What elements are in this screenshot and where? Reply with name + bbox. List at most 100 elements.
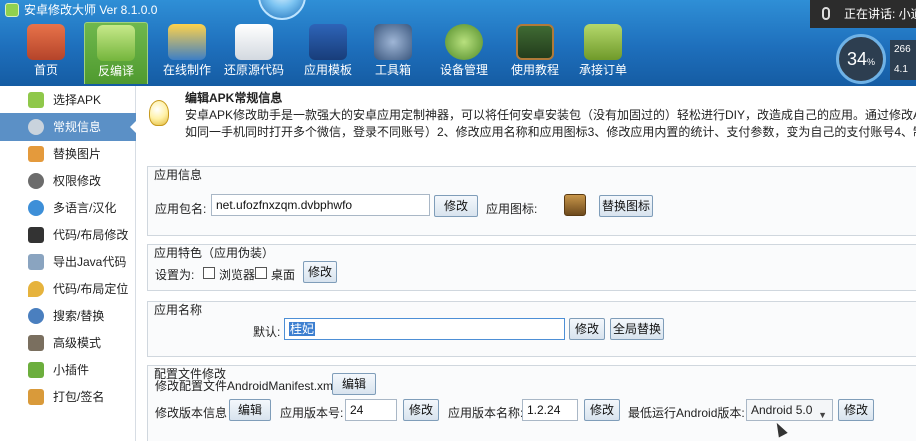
sidebar-item-label: 常规信息 xyxy=(53,120,102,134)
window-title-text: 安卓修改大师 Ver 8.1.0.0 xyxy=(24,3,158,17)
tool-restore-source-label: 还原源代码 xyxy=(223,63,284,77)
features-modify-button[interactable]: 修改 xyxy=(303,261,337,283)
config-group: 配置文件修改 修改配置文件AndroidManifest.xml 编辑 修改版本… xyxy=(147,365,916,441)
download-speed: 4.1 xyxy=(894,64,908,75)
browser-checkbox[interactable] xyxy=(203,267,215,279)
package-label: 应用包名: xyxy=(155,202,207,216)
app-info-title: 应用信息 xyxy=(154,168,203,182)
lightbulb-icon xyxy=(149,100,169,126)
app-name-group: 应用名称 默认: 桂妃 修改 全局替换 xyxy=(147,301,916,357)
default-name-label: 默认: xyxy=(253,325,281,339)
package-name-field[interactable]: net.ufozfnxzqm.dvbphwfo xyxy=(211,194,430,216)
network-speed: 266 4.1 xyxy=(890,40,916,80)
tool-toolbox-label: 工具箱 xyxy=(374,63,411,77)
version-code-label: 应用版本号: xyxy=(280,406,344,420)
sidebar-item-search-replace[interactable]: 搜索/替换 xyxy=(0,302,136,330)
sidebar-item-select-apk[interactable]: 选择APK xyxy=(0,86,136,114)
image-icon xyxy=(28,146,44,162)
min-android-value: Android 5.0 xyxy=(751,403,813,417)
upload-speed: 266 xyxy=(894,44,911,55)
tool-restore-source[interactable]: 还原源代码 xyxy=(222,22,286,84)
app-info-group: 应用信息 应用包名: net.ufozfnxzqm.dvbphwfo 修改 应用… xyxy=(147,166,916,236)
gear-icon xyxy=(28,119,44,135)
replace-icon-button[interactable]: 替换图标 xyxy=(599,195,653,217)
sidebar-item-label: 代码/布局修改 xyxy=(53,228,129,242)
package-icon xyxy=(28,389,44,405)
sidebar-item-package-sign[interactable]: 打包/签名 xyxy=(0,383,136,411)
tool-decompile[interactable]: 反编译 xyxy=(84,22,148,84)
version-info-edit-button[interactable]: 编辑 xyxy=(229,399,271,421)
usage-percent: 34 xyxy=(846,49,867,69)
sidebar-item-code-layout-edit[interactable]: 代码/布局修改 xyxy=(0,221,136,249)
sidebar-item-label: 权限修改 xyxy=(53,174,102,188)
tool-online-make-label: 在线制作 xyxy=(162,63,211,77)
sidebar-item-label: 代码/布局定位 xyxy=(53,282,129,296)
package-modify-button[interactable]: 修改 xyxy=(434,195,478,217)
features-title: 应用特色（应用伪装） xyxy=(154,246,275,260)
page-title: 编辑APK常规信息 xyxy=(185,91,283,105)
tool-toolbox[interactable]: 工具箱 xyxy=(361,22,425,84)
tool-orders[interactable]: 承接订单 xyxy=(571,22,635,84)
app-icon-preview xyxy=(564,194,586,216)
toolbox-icon xyxy=(374,24,412,60)
browser-label: 浏览器 xyxy=(219,268,256,282)
version-name-modify-button[interactable]: 修改 xyxy=(584,399,620,421)
search-icon xyxy=(28,308,44,324)
document-icon xyxy=(235,24,273,60)
min-android-select[interactable]: Android 5.0 ▼ xyxy=(746,399,833,421)
info-description: 安卓APK修改助手是一款强大的安卓应用定制神器，可以将任何安卓安装包（没有加固过… xyxy=(185,107,916,141)
sidebar-item-label: 搜索/替换 xyxy=(53,309,105,323)
sidebar-item-plugins[interactable]: 小插件 xyxy=(0,356,136,384)
tool-device-manager[interactable]: 设备管理 xyxy=(432,22,496,84)
version-code-modify-button[interactable]: 修改 xyxy=(403,399,439,421)
version-info-label: 修改版本信息 xyxy=(155,406,228,420)
star-icon xyxy=(309,24,347,60)
manifest-edit-button[interactable]: 编辑 xyxy=(332,373,376,395)
tool-home[interactable]: 首页 xyxy=(14,22,78,84)
version-name-field[interactable]: 1.2.24 xyxy=(522,399,578,421)
center-orb-icon[interactable] xyxy=(258,0,306,20)
info-line-2: 如同一手机同时打开多个微信，登录不同账号）2、修改应用名称和应用图标3、修改应用… xyxy=(185,125,916,139)
app-name-field[interactable]: 桂妃 xyxy=(284,318,565,340)
version-code-field[interactable]: 24 xyxy=(345,399,397,421)
desktop-checkbox[interactable] xyxy=(255,267,267,279)
tool-app-template[interactable]: 应用模板 xyxy=(296,22,360,84)
window-title: 安卓修改大师 Ver 8.1.0.0 xyxy=(0,0,260,20)
sidebar-item-label: 多语言/汉化 xyxy=(53,201,117,215)
app-name-value: 桂妃 xyxy=(289,322,316,336)
pin-icon xyxy=(28,281,44,297)
info-line-1: 安卓APK修改助手是一款强大的安卓应用定制神器，可以将任何安卓安装包（没有加固过… xyxy=(185,108,916,122)
tool-tutorial[interactable]: 使用教程 xyxy=(503,22,567,84)
voice-notification: 正在讲话: 小道 xyxy=(810,0,916,28)
sidebar-item-permissions[interactable]: 权限修改 xyxy=(0,167,136,195)
sidebar-item-label: 打包/签名 xyxy=(53,390,105,404)
usage-gauge: 34% xyxy=(836,34,886,84)
microphone-icon xyxy=(822,7,830,20)
plugin-icon xyxy=(28,362,44,378)
features-group: 应用特色（应用伪装） 设置为: 浏览器 桌面 修改 xyxy=(147,244,916,291)
sidebar-item-general-info[interactable]: 常规信息 xyxy=(0,113,137,141)
app-name-modify-button[interactable]: 修改 xyxy=(569,318,605,340)
min-android-modify-button[interactable]: 修改 xyxy=(838,399,874,421)
min-android-label: 最低运行Android版本: xyxy=(628,406,745,420)
manifest-label: 修改配置文件AndroidManifest.xml xyxy=(155,379,336,393)
tool-home-label: 首页 xyxy=(33,63,58,77)
sidebar-item-code-layout-locate[interactable]: 代码/布局定位 xyxy=(0,275,136,303)
usage-percent-unit: % xyxy=(867,57,876,67)
lock-icon xyxy=(28,173,44,189)
blackboard-icon xyxy=(516,24,554,60)
sidebar-item-advanced-mode[interactable]: 高级模式 xyxy=(0,329,136,357)
tools-icon xyxy=(28,335,44,351)
sidebar-item-languages[interactable]: 多语言/汉化 xyxy=(0,194,136,222)
shopping-bag-icon xyxy=(584,24,622,60)
terminal-icon xyxy=(28,227,44,243)
sidebar-item-label: 高级模式 xyxy=(53,336,102,350)
app-icon-label: 应用图标: xyxy=(486,202,538,216)
sidebar-item-label: 导出Java代码 xyxy=(53,255,127,269)
replace-all-button[interactable]: 全局替换 xyxy=(610,318,664,340)
globe-icon xyxy=(28,200,44,216)
sidebar-item-export-java[interactable]: 导出Java代码 xyxy=(0,248,136,276)
sidebar-item-replace-image[interactable]: 替换图片 xyxy=(0,140,136,168)
sidebar-item-label: 小插件 xyxy=(53,363,90,377)
tool-online-make[interactable]: 在线制作 xyxy=(155,22,219,84)
